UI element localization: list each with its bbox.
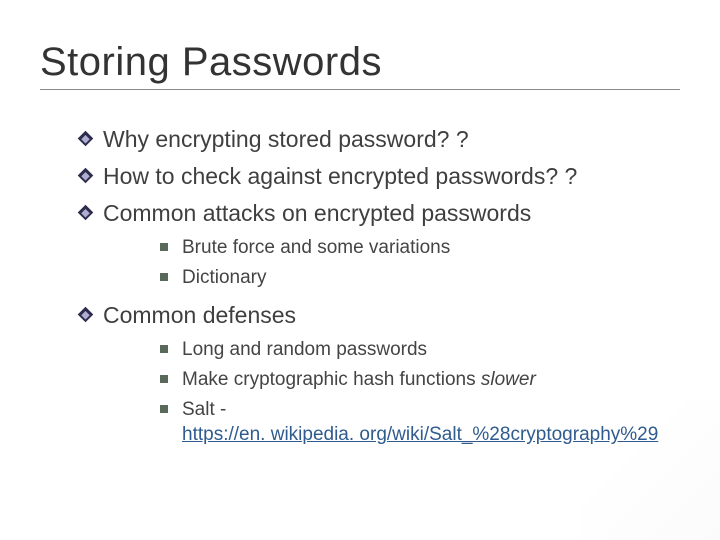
l2-text: Make cryptographic hash functions slower [182, 367, 536, 393]
salt-wikipedia-link[interactable]: https://en. wikipedia. org/wiki/Salt_%28… [182, 424, 658, 445]
l1-item: Why encrypting stored password? ? [80, 124, 680, 155]
title-rule [40, 89, 680, 90]
l2-text-pre: Make cryptographic hash functions [182, 369, 481, 390]
diamond-bullet-icon [80, 170, 91, 181]
l1-text: How to check against encrypted passwords… [103, 161, 577, 192]
l1-text: Why encrypting stored password? ? [103, 124, 469, 155]
l1-text: Common defenses [103, 300, 296, 331]
l2-item: Dictionary [160, 265, 680, 291]
l2-item: Make cryptographic hash functions slower [160, 367, 680, 393]
l1-item: Common attacks on encrypted passwords [80, 198, 680, 229]
diamond-bullet-icon [80, 207, 91, 218]
l1-text: Common attacks on encrypted passwords [103, 198, 531, 229]
square-bullet-icon [160, 375, 168, 383]
l1-item: How to check against encrypted passwords… [80, 161, 680, 192]
square-bullet-icon [160, 345, 168, 353]
l2-text: Dictionary [182, 265, 266, 291]
level1-list: Why encrypting stored password? ? How to… [80, 124, 680, 448]
level2-list: Brute force and some variations Dictiona… [160, 235, 680, 290]
l2-text: Salt - https://en. wikipedia. org/wiki/S… [182, 397, 658, 448]
diamond-bullet-icon [80, 309, 91, 320]
slide-title: Storing Passwords [40, 40, 680, 85]
l2-item: Salt - https://en. wikipedia. org/wiki/S… [160, 397, 680, 448]
level2-list: Long and random passwords Make cryptogra… [160, 337, 680, 448]
l1-item: Common defenses [80, 300, 680, 331]
l2-text: Long and random passwords [182, 337, 427, 363]
square-bullet-icon [160, 273, 168, 281]
diamond-bullet-icon [80, 133, 91, 144]
l2-text: Brute force and some variations [182, 235, 450, 261]
slide: Storing Passwords Why encrypting stored … [0, 0, 720, 540]
l2-item: Brute force and some variations [160, 235, 680, 261]
square-bullet-icon [160, 405, 168, 413]
l2-text-pre: Salt - [182, 399, 226, 420]
square-bullet-icon [160, 243, 168, 251]
l2-text-em: slower [481, 369, 536, 390]
l2-item: Long and random passwords [160, 337, 680, 363]
